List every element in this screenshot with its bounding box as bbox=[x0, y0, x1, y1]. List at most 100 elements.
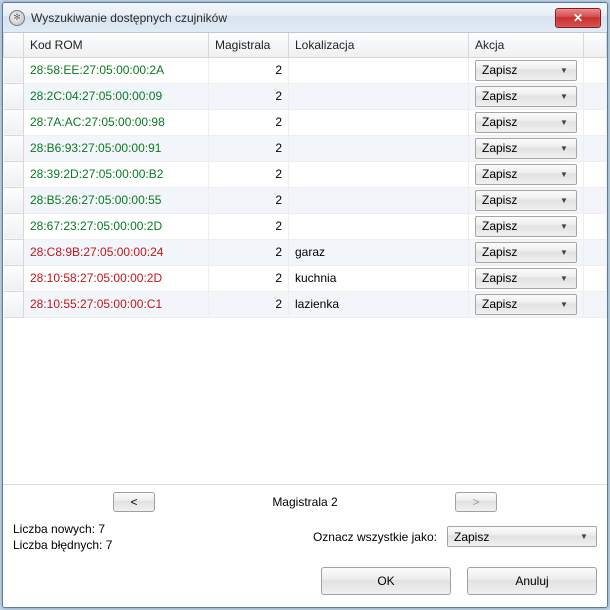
cell-bus[interactable]: 2 bbox=[209, 109, 289, 135]
action-combo[interactable]: Zapisz▼ bbox=[475, 216, 577, 237]
cell-bus[interactable]: 2 bbox=[209, 187, 289, 213]
row-header[interactable] bbox=[4, 83, 24, 109]
cell-bus[interactable]: 2 bbox=[209, 57, 289, 83]
cell-pad bbox=[584, 57, 607, 83]
table-row[interactable]: 28:67:23:27:05:00:00:2D2 Zapisz▼ bbox=[4, 213, 607, 239]
action-combo-value: Zapisz bbox=[482, 219, 517, 233]
table-row[interactable]: 28:39:2D:27:05:00:00:B22 Zapisz▼ bbox=[4, 161, 607, 187]
titlebar: ✻ Wyszukiwanie dostępnych czujników ✕ bbox=[3, 3, 607, 33]
column-bus[interactable]: Magistrala bbox=[209, 33, 289, 57]
column-pad bbox=[584, 33, 607, 57]
ok-button[interactable]: OK bbox=[321, 567, 451, 595]
cell-location[interactable]: garaz bbox=[289, 239, 469, 265]
chevron-down-icon: ▼ bbox=[556, 300, 572, 309]
action-combo[interactable]: Zapisz▼ bbox=[475, 164, 577, 185]
mark-all-combo[interactable]: Zapisz ▼ bbox=[447, 526, 597, 547]
action-combo[interactable]: Zapisz ▼ bbox=[475, 294, 577, 315]
cell-pad bbox=[584, 187, 607, 213]
cancel-button[interactable]: Anuluj bbox=[467, 567, 597, 595]
cell-rom[interactable]: 28:10:58:27:05:00:00:2D bbox=[24, 265, 209, 291]
cell-rom[interactable]: 28:10:55:27:05:00:00:C1 bbox=[24, 291, 209, 317]
chevron-down-icon: ▼ bbox=[576, 532, 592, 541]
cell-bus[interactable]: 2 bbox=[209, 135, 289, 161]
action-combo[interactable]: Zapisz▼ bbox=[475, 112, 577, 133]
cell-pad bbox=[584, 291, 607, 317]
cell-action: Zapisz▼ bbox=[469, 161, 584, 187]
action-combo[interactable]: Zapisz▼ bbox=[475, 242, 577, 263]
prev-bus-button[interactable]: < bbox=[113, 492, 155, 512]
action-combo[interactable]: Zapisz▼ bbox=[475, 86, 577, 107]
cell-bus[interactable]: 2 bbox=[209, 239, 289, 265]
cell-action: Zapisz▼ bbox=[469, 187, 584, 213]
cell-pad bbox=[584, 161, 607, 187]
row-header[interactable] bbox=[4, 57, 24, 83]
cell-rom[interactable]: 28:58:EE:27:05:00:00:2A bbox=[24, 57, 209, 83]
row-header[interactable] bbox=[4, 239, 24, 265]
cell-bus[interactable]: 2 bbox=[209, 83, 289, 109]
row-header[interactable] bbox=[4, 213, 24, 239]
column-rowheader[interactable] bbox=[4, 33, 24, 57]
chevron-down-icon: ▼ bbox=[556, 196, 572, 205]
row-header[interactable] bbox=[4, 291, 24, 317]
table-row[interactable]: 28:C8:9B:27:05:00:00:242garaz Zapisz▼ bbox=[4, 239, 607, 265]
column-rom[interactable]: Kod ROM bbox=[24, 33, 209, 57]
next-bus-button[interactable]: > bbox=[455, 492, 497, 512]
cell-bus[interactable]: 2 bbox=[209, 213, 289, 239]
cell-location[interactable] bbox=[289, 109, 469, 135]
cell-rom[interactable]: 28:2C:04:27:05:00:00:09 bbox=[24, 83, 209, 109]
client-area: Kod ROM Magistrala Lokalizacja Akcja 28:… bbox=[3, 33, 607, 607]
table-row[interactable]: 28:10:58:27:05:00:00:2D2kuchnia Zapisz▼ bbox=[4, 265, 607, 291]
info-row: Liczba nowych: 7 Liczba błędnych: 7 Ozna… bbox=[13, 521, 597, 553]
row-header[interactable] bbox=[4, 161, 24, 187]
cell-location[interactable] bbox=[289, 187, 469, 213]
cell-rom[interactable]: 28:67:23:27:05:00:00:2D bbox=[24, 213, 209, 239]
row-header[interactable] bbox=[4, 187, 24, 213]
action-combo[interactable]: Zapisz▼ bbox=[475, 138, 577, 159]
action-combo-value: Zapisz bbox=[482, 297, 517, 311]
action-combo[interactable]: Zapisz▼ bbox=[475, 268, 577, 289]
chevron-down-icon: ▼ bbox=[556, 66, 572, 75]
column-loc[interactable]: Lokalizacja bbox=[289, 33, 469, 57]
table-row[interactable]: 28:7A:AC:27:05:00:00:982 Zapisz▼ bbox=[4, 109, 607, 135]
row-header[interactable] bbox=[4, 109, 24, 135]
cell-location[interactable] bbox=[289, 213, 469, 239]
cell-location[interactable]: kuchnia bbox=[289, 265, 469, 291]
cell-rom[interactable]: 28:39:2D:27:05:00:00:B2 bbox=[24, 161, 209, 187]
table-row[interactable]: 28:2C:04:27:05:00:00:092 Zapisz▼ bbox=[4, 83, 607, 109]
row-header[interactable] bbox=[4, 265, 24, 291]
cell-rom[interactable]: 28:B6:93:27:05:00:00:91 bbox=[24, 135, 209, 161]
cell-location[interactable]: lazienka bbox=[289, 291, 469, 317]
action-combo-value: Zapisz bbox=[482, 115, 517, 129]
window-title: Wyszukiwanie dostępnych czujników bbox=[31, 11, 555, 25]
cell-bus[interactable]: 2 bbox=[209, 265, 289, 291]
cell-rom[interactable]: 28:C8:9B:27:05:00:00:24 bbox=[24, 239, 209, 265]
bus-nav: < Magistrala 2 > bbox=[13, 493, 597, 511]
table-row[interactable]: 28:B5:26:27:05:00:00:552 Zapisz▼ bbox=[4, 187, 607, 213]
mark-all-value: Zapisz bbox=[454, 530, 489, 544]
cell-rom[interactable]: 28:B5:26:27:05:00:00:55 bbox=[24, 187, 209, 213]
table-row[interactable]: 28:B6:93:27:05:00:00:912 Zapisz▼ bbox=[4, 135, 607, 161]
row-header[interactable] bbox=[4, 135, 24, 161]
cell-location[interactable] bbox=[289, 57, 469, 83]
close-button[interactable]: ✕ bbox=[555, 8, 601, 28]
cell-location[interactable] bbox=[289, 161, 469, 187]
cell-action: Zapisz▼ bbox=[469, 265, 584, 291]
cell-rom[interactable]: 28:7A:AC:27:05:00:00:98 bbox=[24, 109, 209, 135]
cell-bus[interactable]: 2 bbox=[209, 161, 289, 187]
action-combo-value: Zapisz bbox=[482, 141, 517, 155]
footer: < Magistrala 2 > Liczba nowych: 7 Liczba… bbox=[3, 485, 607, 607]
cell-location[interactable] bbox=[289, 83, 469, 109]
action-combo[interactable]: Zapisz▼ bbox=[475, 190, 577, 211]
cell-pad bbox=[584, 135, 607, 161]
table-row[interactable]: 28:10:55:27:05:00:00:C12lazienka Zapisz ▼ bbox=[4, 291, 607, 317]
chevron-down-icon: ▼ bbox=[556, 170, 572, 179]
chevron-down-icon: ▼ bbox=[556, 274, 572, 283]
column-action[interactable]: Akcja bbox=[469, 33, 584, 57]
cell-action: Zapisz▼ bbox=[469, 135, 584, 161]
cell-location[interactable] bbox=[289, 135, 469, 161]
cell-pad bbox=[584, 265, 607, 291]
table-row[interactable]: 28:58:EE:27:05:00:00:2A2 Zapisz▼ bbox=[4, 57, 607, 83]
action-combo[interactable]: Zapisz▼ bbox=[475, 60, 577, 81]
cell-bus[interactable]: 2 bbox=[209, 291, 289, 317]
dialog-window: ✻ Wyszukiwanie dostępnych czujników ✕ Ko… bbox=[2, 2, 608, 608]
